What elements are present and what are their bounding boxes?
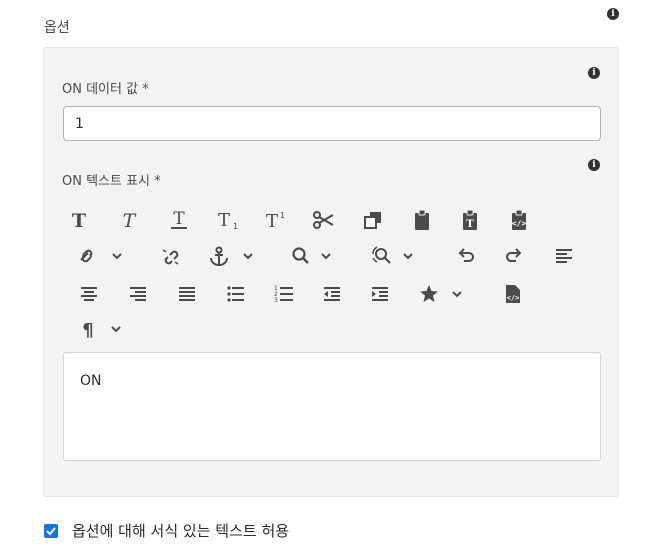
svg-text:3: 3 — [274, 297, 278, 304]
find-replace-icon[interactable] — [370, 243, 420, 269]
editor-content: ON — [80, 373, 102, 389]
svg-text:1: 1 — [280, 211, 285, 220]
svg-text:T: T — [123, 211, 137, 229]
svg-text:</>: </> — [512, 219, 527, 228]
on-value-info-icon[interactable]: i — [588, 67, 600, 79]
on-value-input[interactable] — [63, 106, 601, 141]
rich-text-checkbox-label[interactable]: 옵션에 대해 서식 있는 텍스트 허용 — [72, 520, 289, 541]
outdent-icon[interactable] — [321, 281, 343, 307]
find-icon[interactable] — [290, 243, 340, 269]
undo-icon[interactable] — [455, 243, 477, 269]
svg-text:T: T — [218, 210, 230, 230]
bullet-list-icon[interactable] — [225, 281, 247, 307]
align-right-icon[interactable] — [127, 281, 149, 307]
bold-icon[interactable]: T — [68, 207, 90, 233]
cut-icon[interactable] — [313, 207, 335, 233]
rich-text-editor[interactable]: ON — [63, 352, 601, 461]
special-char-icon[interactable] — [418, 281, 468, 307]
indent-icon[interactable] — [369, 281, 391, 307]
on-text-label: ON 텍스트 표시 * — [62, 174, 161, 189]
unlink-icon[interactable] — [160, 243, 182, 269]
on-value-label: ON 데이터 값 * — [62, 82, 149, 97]
svg-text:T: T — [266, 211, 278, 230]
svg-text:1: 1 — [233, 222, 238, 230]
info-icon[interactable]: i — [607, 8, 619, 20]
checkmark-icon — [46, 527, 56, 536]
paste-icon[interactable] — [411, 207, 433, 233]
anchor-icon[interactable] — [208, 243, 258, 269]
align-left-icon[interactable] — [553, 243, 575, 269]
paste-text-icon[interactable]: T — [459, 207, 481, 233]
subscript-icon[interactable]: T1 — [216, 207, 238, 233]
svg-text:¶: ¶ — [82, 320, 93, 339]
link-icon[interactable] — [76, 243, 126, 269]
numbered-list-icon[interactable]: 123 — [273, 281, 295, 307]
justify-icon[interactable] — [176, 281, 198, 307]
svg-text:T: T — [173, 210, 185, 229]
svg-text:</>: </> — [507, 294, 520, 302]
source-edit-icon[interactable]: </> — [502, 281, 524, 307]
on-text-info-icon[interactable]: i — [588, 159, 600, 171]
paste-html-icon[interactable]: </> — [508, 207, 530, 233]
underline-icon[interactable]: T — [168, 207, 190, 233]
align-center-icon[interactable] — [78, 281, 100, 307]
rich-text-checkbox[interactable] — [44, 524, 58, 538]
italic-icon[interactable]: T — [118, 207, 140, 233]
section-title: 옵션 — [44, 20, 70, 36]
svg-text:T: T — [72, 211, 86, 229]
superscript-icon[interactable]: T1 — [264, 207, 286, 233]
copy-icon[interactable] — [362, 207, 384, 233]
paragraph-format-icon[interactable]: ¶ — [78, 316, 128, 342]
svg-text:T: T — [466, 219, 474, 230]
redo-icon[interactable] — [503, 243, 525, 269]
